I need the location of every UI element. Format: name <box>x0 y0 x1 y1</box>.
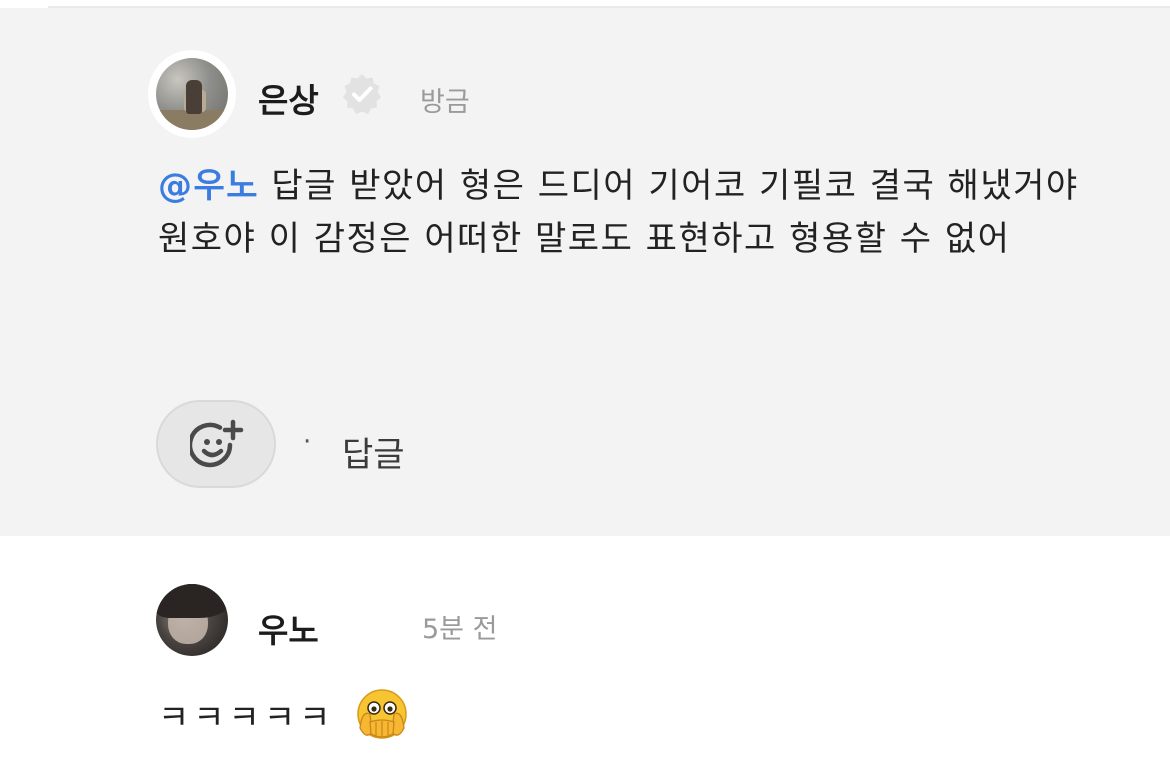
avatar-photo <box>156 58 228 130</box>
reply-button[interactable]: 답글 <box>342 427 405 476</box>
verified-badge-icon <box>343 74 381 114</box>
separator-dot: · <box>303 427 312 457</box>
avatar[interactable] <box>156 584 228 656</box>
add-reaction-button[interactable] <box>156 400 276 488</box>
comment-timestamp: 방금 <box>420 87 470 118</box>
comment-body-text: 답글 받았어 형은 드디어 기어코 기필코 결국 해냈거야 원호야 이 감정은 … <box>158 166 1079 259</box>
top-edge <box>0 0 48 6</box>
add-reaction-icon <box>190 419 244 468</box>
comment-body-text: ㅋㅋㅋㅋㅋ <box>158 698 335 738</box>
comment-body: @우노 답글 받았어 형은 드디어 기어코 기필코 결국 해냈거야 원호야 이 … <box>158 160 1128 266</box>
avatar[interactable] <box>148 50 236 138</box>
comment-thread-screen: 은상 방금 @우노 답글 받았어 형은 드디어 기어코 기필코 결국 해냈거야 … <box>0 0 1170 780</box>
comment-timestamp: 5분 전 <box>422 614 498 645</box>
comment-author-name[interactable]: 우노 <box>258 604 319 652</box>
mention-link[interactable]: @우노 <box>158 166 259 206</box>
face-with-open-eyes-and-hand-over-mouth-emoji <box>357 689 407 739</box>
comment-author-name[interactable]: 은상 <box>258 74 319 122</box>
